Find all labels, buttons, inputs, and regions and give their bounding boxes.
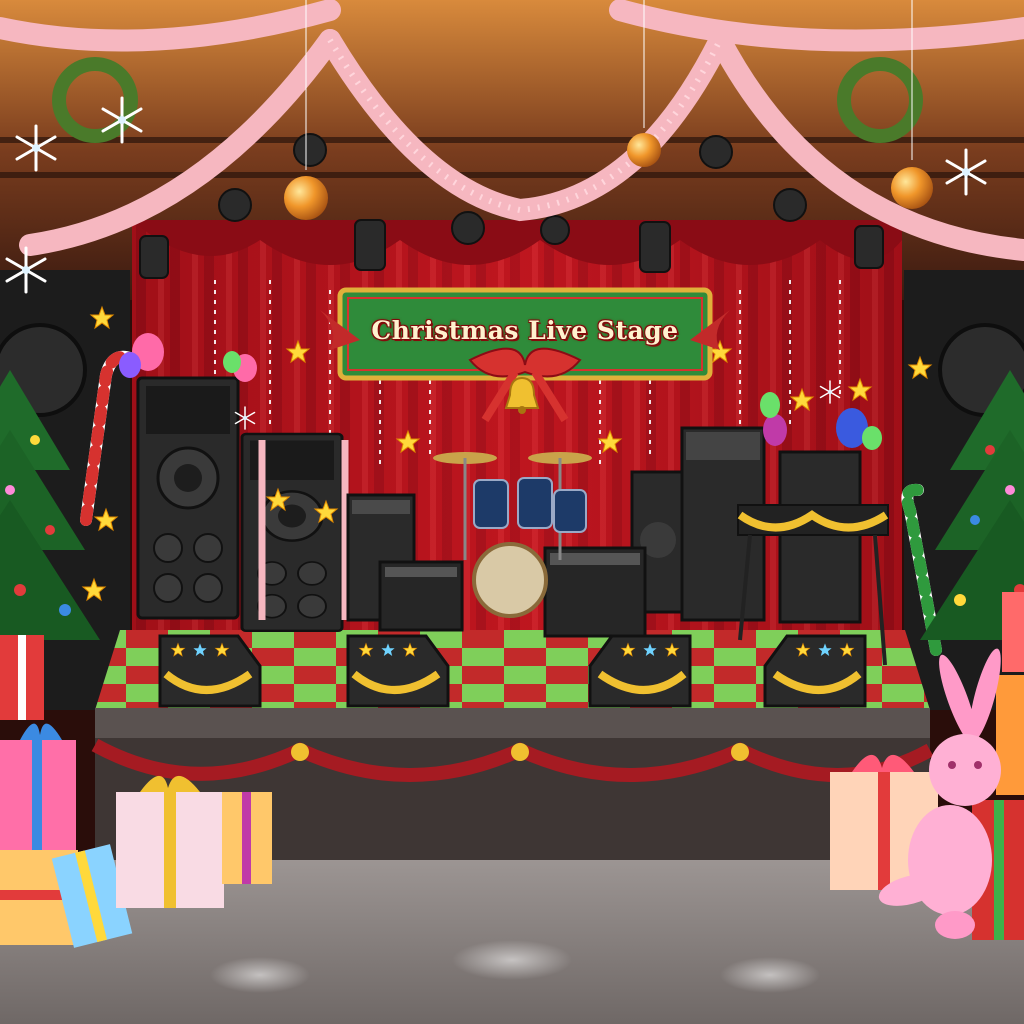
spotlight-icon (854, 225, 884, 269)
stage-edge (95, 708, 930, 738)
bell-icon (291, 743, 309, 761)
speaker-icon (590, 636, 690, 706)
speaker-icon (136, 376, 240, 620)
spotlight-icon (293, 133, 327, 167)
spotlight-icon (639, 221, 671, 273)
spotlight-icon (540, 215, 570, 245)
speaker-icon (160, 636, 260, 706)
speaker-icon (348, 636, 448, 706)
gift-icon (222, 792, 272, 884)
spotlight-icon (451, 211, 485, 245)
spotlight-icon (218, 188, 252, 222)
bell-icon (511, 743, 529, 761)
stage-banner-title: Christmas Live Stage (371, 315, 679, 345)
gift-icon (116, 775, 224, 908)
speaker-icon (240, 432, 344, 633)
amplifier-icon (378, 560, 464, 632)
gift-icon (0, 635, 44, 720)
spotlight-icon (699, 135, 733, 169)
amplifier-icon (543, 546, 647, 638)
stage-illustration (0, 0, 1024, 1024)
bell-icon (731, 743, 749, 761)
spotlight-icon (773, 188, 807, 222)
christmas-live-stage-scene: Christmas Live Stage (0, 0, 1024, 1024)
speaker-icon (765, 636, 865, 706)
spotlight-icon (354, 219, 386, 271)
spotlight-icon (139, 235, 169, 279)
gift-icon (0, 723, 76, 850)
